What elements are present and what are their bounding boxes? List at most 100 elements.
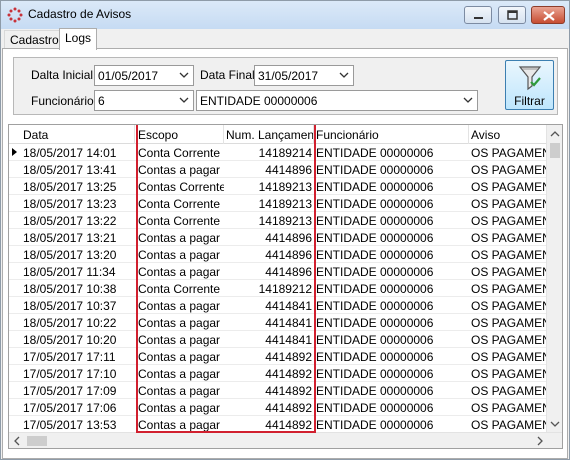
- cell-data[interactable]: 18/05/2017 11:34: [21, 263, 135, 280]
- cell-data[interactable]: 17/05/2017 13:53: [21, 416, 135, 433]
- cell-escopo[interactable]: Contas a pagar: [136, 263, 224, 280]
- cell-escopo[interactable]: Contas a pagar: [136, 331, 224, 348]
- cell-num-lancamento[interactable]: 4414896: [224, 161, 314, 178]
- scroll-up-icon[interactable]: [547, 126, 563, 142]
- horizontal-scroll-thumb[interactable]: [27, 436, 47, 446]
- tab-logs[interactable]: Logs: [59, 28, 98, 50]
- cell-escopo[interactable]: Contas a pagar: [136, 348, 224, 365]
- cell-num-lancamento[interactable]: 4414896: [224, 263, 314, 280]
- cell-funcionario[interactable]: ENTIDADE 00000006: [314, 178, 469, 195]
- cell-num-lancamento[interactable]: 4414892: [224, 365, 314, 382]
- vertical-scroll-thumb[interactable]: [550, 143, 560, 158]
- title-bar[interactable]: Cadastro de Avisos: [1, 1, 569, 29]
- cell-num-lancamento[interactable]: 14189213: [224, 178, 314, 195]
- table-row[interactable]: 18/05/2017 13:22 Conta Corrente 14189213 EN…: [9, 212, 549, 229]
- data-final-field[interactable]: 31/05/2017: [254, 65, 354, 86]
- cell-data[interactable]: 18/05/2017 13:41: [21, 161, 135, 178]
- cell-num-lancamento[interactable]: 4414841: [224, 314, 314, 331]
- table-row[interactable]: 18/05/2017 13:25 Contas Corrente 14189213 E…: [9, 178, 549, 195]
- logs-grid[interactable]: Data Escopo Num. Lançamento Funcionário …: [8, 124, 563, 449]
- cell-funcionario[interactable]: ENTIDADE 00000006: [314, 382, 469, 399]
- tab-cadastro[interactable]: Cadastro: [4, 30, 65, 49]
- vertical-scrollbar[interactable]: [546, 125, 562, 432]
- cell-funcionario[interactable]: ENTIDADE 00000006: [314, 399, 469, 416]
- cell-num-lancamento[interactable]: 4414896: [224, 246, 314, 263]
- cell-num-lancamento[interactable]: 14189213: [224, 195, 314, 212]
- cell-escopo[interactable]: Conta Corrente: [136, 144, 224, 161]
- data-inicial-field[interactable]: 01/05/2017: [94, 65, 194, 86]
- cell-funcionario[interactable]: ENTIDADE 00000006: [314, 348, 469, 365]
- cell-data[interactable]: 18/05/2017 13:22: [21, 212, 135, 229]
- table-row[interactable]: 18/05/2017 13:20 Contas a pagar 4414896 ENT…: [9, 246, 549, 263]
- cell-aviso[interactable]: OS PAGAMENTOS: [469, 212, 549, 229]
- horizontal-scrollbar[interactable]: [9, 432, 562, 449]
- cell-funcionario[interactable]: ENTIDADE 00000006: [314, 246, 469, 263]
- cell-escopo[interactable]: Contas a pagar: [136, 399, 224, 416]
- cell-funcionario[interactable]: ENTIDADE 00000006: [314, 229, 469, 246]
- cell-aviso[interactable]: OS PAGAMENTOS: [469, 314, 549, 331]
- cell-aviso[interactable]: OS PAGAMENTOS: [469, 161, 549, 178]
- maximize-button[interactable]: [498, 6, 526, 24]
- chevron-down-icon[interactable]: [177, 68, 191, 83]
- scroll-right-icon[interactable]: [532, 433, 548, 449]
- cell-aviso[interactable]: OS PAGAMENTOS: [469, 246, 549, 263]
- cell-num-lancamento[interactable]: 14189214: [224, 144, 314, 161]
- table-row[interactable]: 18/05/2017 14:01 Conta Corrente 14189214 EN…: [9, 144, 549, 161]
- cell-aviso[interactable]: OS PAGAMENTOS: [469, 365, 549, 382]
- cell-num-lancamento[interactable]: 4414841: [224, 297, 314, 314]
- column-header-funcionario[interactable]: Funcionário: [314, 125, 469, 144]
- cell-escopo[interactable]: Contas a pagar: [136, 297, 224, 314]
- cell-data[interactable]: 17/05/2017 17:06: [21, 399, 135, 416]
- close-button[interactable]: [531, 6, 565, 24]
- cell-funcionario[interactable]: ENTIDADE 00000006: [314, 195, 469, 212]
- cell-aviso[interactable]: OS PAGAMENTOS: [469, 280, 549, 297]
- cell-data[interactable]: 17/05/2017 17:11: [21, 348, 135, 365]
- cell-escopo[interactable]: Contas a pagar: [136, 246, 224, 263]
- table-row[interactable]: 17/05/2017 17:10 Contas a pagar 4414892 ENT…: [9, 365, 549, 382]
- cell-aviso[interactable]: OS PAGAMENTOS: [469, 416, 549, 433]
- cell-escopo[interactable]: Contas a pagar: [136, 314, 224, 331]
- table-row[interactable]: 18/05/2017 13:21 Contas a pagar 4414896 ENT…: [9, 229, 549, 246]
- table-row[interactable]: 17/05/2017 17:09 Contas a pagar 4414892 ENT…: [9, 382, 549, 399]
- cell-num-lancamento[interactable]: 4414896: [224, 229, 314, 246]
- table-row[interactable]: 17/05/2017 17:11 Contas a pagar 4414892 ENT…: [9, 348, 549, 365]
- scroll-left-icon[interactable]: [9, 433, 25, 449]
- cell-funcionario[interactable]: ENTIDADE 00000006: [314, 331, 469, 348]
- column-header-num-lancamento[interactable]: Num. Lançamento: [224, 125, 314, 144]
- cell-escopo[interactable]: Contas Corrente: [136, 178, 224, 195]
- cell-funcionario[interactable]: ENTIDADE 00000006: [314, 297, 469, 314]
- cell-escopo[interactable]: Contas a pagar: [136, 161, 224, 178]
- cell-aviso[interactable]: OS PAGAMENTOS: [469, 348, 549, 365]
- cell-num-lancamento[interactable]: 14189213: [224, 212, 314, 229]
- cell-funcionario[interactable]: ENTIDADE 00000006: [314, 365, 469, 382]
- cell-num-lancamento[interactable]: 14189212: [224, 280, 314, 297]
- table-row[interactable]: 18/05/2017 10:20 Contas a pagar 4414841 ENT…: [9, 331, 549, 348]
- cell-data[interactable]: 18/05/2017 10:37: [21, 297, 135, 314]
- scroll-down-icon[interactable]: [547, 416, 563, 432]
- cell-funcionario[interactable]: ENTIDADE 00000006: [314, 212, 469, 229]
- table-row[interactable]: 18/05/2017 10:22 Contas a pagar 4414841 ENT…: [9, 314, 549, 331]
- cell-data[interactable]: 18/05/2017 13:23: [21, 195, 135, 212]
- table-row[interactable]: 17/05/2017 13:53 Contas a pagar 4414892 ENT…: [9, 416, 549, 433]
- cell-aviso[interactable]: OS PAGAMENTOS: [469, 382, 549, 399]
- table-row[interactable]: 18/05/2017 13:23 Conta Corrente 14189213 EN…: [9, 195, 549, 212]
- cell-num-lancamento[interactable]: 4414892: [224, 382, 314, 399]
- cell-num-lancamento[interactable]: 4414892: [224, 416, 314, 433]
- cell-funcionario[interactable]: ENTIDADE 00000006: [314, 263, 469, 280]
- cell-data[interactable]: 18/05/2017 10:20: [21, 331, 135, 348]
- cell-aviso[interactable]: OS PAGAMENTOS: [469, 229, 549, 246]
- cell-num-lancamento[interactable]: 4414892: [224, 348, 314, 365]
- cell-data[interactable]: 18/05/2017 13:20: [21, 246, 135, 263]
- cell-funcionario[interactable]: ENTIDADE 00000006: [314, 144, 469, 161]
- funcionario-id-field[interactable]: 6: [94, 90, 194, 111]
- column-header-aviso[interactable]: Aviso: [469, 125, 549, 144]
- cell-escopo[interactable]: Conta Corrente: [136, 195, 224, 212]
- cell-aviso[interactable]: OS PAGAMENTOS: [469, 297, 549, 314]
- cell-aviso[interactable]: OS PAGAMENTOS: [469, 195, 549, 212]
- cell-escopo[interactable]: Contas a pagar: [136, 416, 224, 433]
- column-header-data[interactable]: Data: [21, 125, 135, 144]
- cell-data[interactable]: 18/05/2017 14:01: [21, 144, 135, 161]
- table-row[interactable]: 18/05/2017 11:34 Contas a pagar 4414896 ENT…: [9, 263, 549, 280]
- table-row[interactable]: 18/05/2017 10:37 Contas a pagar 4414841 ENT…: [9, 297, 549, 314]
- table-row[interactable]: 18/05/2017 13:41 Contas a pagar 4414896 ENT…: [9, 161, 549, 178]
